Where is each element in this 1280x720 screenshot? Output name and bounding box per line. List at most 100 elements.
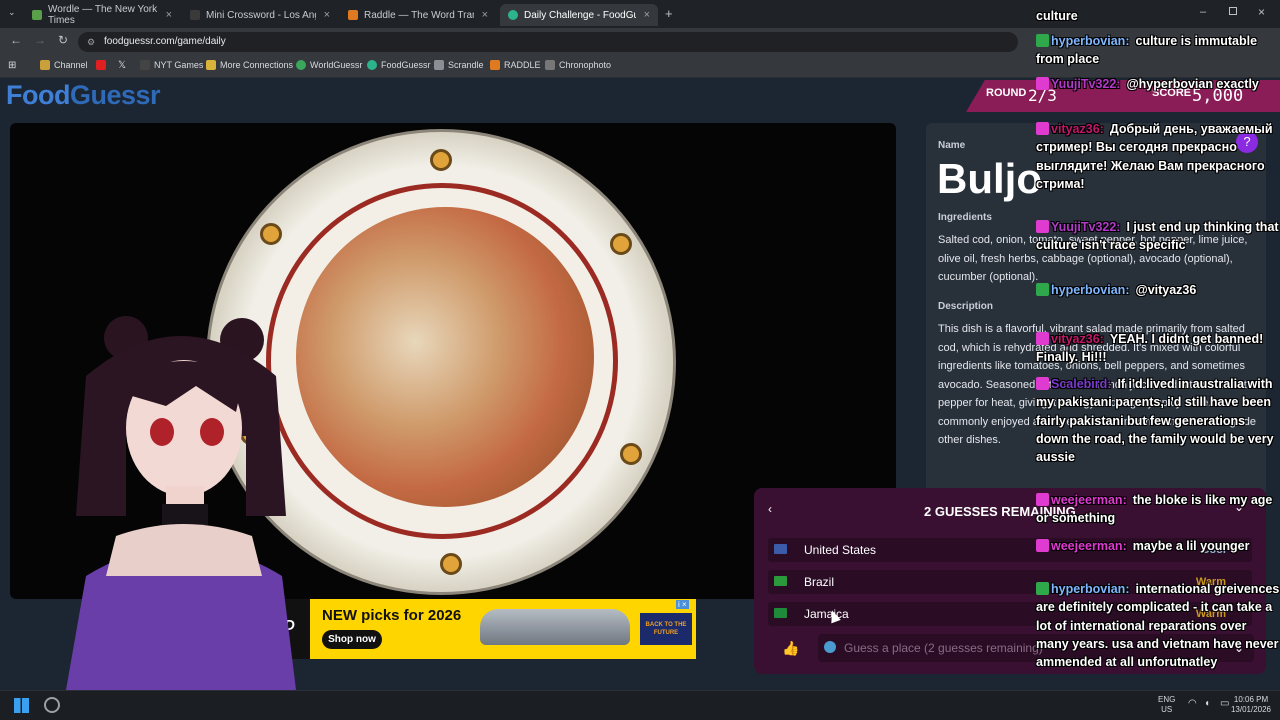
ad-info-icon[interactable]: i × <box>676 600 689 609</box>
avatar-eye-right <box>200 418 224 446</box>
chat-username: hyperbovian: <box>1051 582 1130 596</box>
ad-banner[interactable]: EED NEW picks for 2026 Shop now BACK TO … <box>258 599 696 659</box>
latimes-favicon-icon <box>190 10 200 20</box>
nyt-icon <box>140 60 150 70</box>
connections-icon <box>206 60 216 70</box>
chat-message: vityaz36: Добрый день, уважаемый стример!… <box>1036 120 1280 193</box>
bookmark-more-connections[interactable]: More Connections <box>206 60 293 70</box>
plate-flower-decoration <box>620 443 642 465</box>
tab-label: Raddle — The Word Transform <box>364 9 474 21</box>
chat-badge-icon <box>1036 582 1049 595</box>
chat-badge-icon <box>1036 377 1049 390</box>
new-tab-icon[interactable]: + <box>665 6 673 21</box>
plate-flower-decoration <box>610 233 632 255</box>
bookmark-foodguessr[interactable]: FoodGuessr <box>367 60 431 70</box>
youtube-icon[interactable] <box>96 60 106 70</box>
url-field[interactable]: ⚙ foodguessr.com/game/daily <box>78 32 1018 52</box>
chat-message: hyperbovian: @vityaz36 <box>1036 281 1280 299</box>
chat-message: hyperbovian: international greivences are… <box>1036 580 1280 671</box>
forward-icon[interactable]: → <box>34 33 46 47</box>
chat-badge-icon <box>1036 220 1049 233</box>
raddle-icon <box>490 60 500 70</box>
chat-text: @vityaz36 <box>1135 283 1197 297</box>
chat-message: weejeerman: maybe a lil younger <box>1036 537 1280 555</box>
windows-start-icon[interactable] <box>14 698 29 713</box>
tab-label: Mini Crossword - Los Angeles T <box>206 9 316 21</box>
site-info-icon[interactable]: ⚙ <box>87 32 95 52</box>
tab-mini-crossword[interactable]: Mini Crossword - Los Angeles T × <box>182 4 338 26</box>
clock[interactable]: 10:06 PM 13/01/2026 <box>1226 695 1276 715</box>
close-tab-icon[interactable]: × <box>324 9 330 21</box>
chat-badge-icon <box>1036 493 1049 506</box>
chat-username: YuujiTv322: <box>1051 77 1121 91</box>
bookmark-nyt-games[interactable]: NYT Games <box>140 60 203 70</box>
thumbs-up-icon[interactable]: 👍 <box>782 640 799 657</box>
windows-taskbar: ENG US ◠ ◖ ▭ 10:06 PM 13/01/2026 <box>0 690 1280 720</box>
chat-message: vityaz36: YEAH. I didnt get banned! Final… <box>1036 330 1280 367</box>
foodguessr-logo[interactable]: FoodGuessr <box>6 80 161 111</box>
chat-username: weejeerman: <box>1051 539 1127 553</box>
chat-badge-icon <box>1036 283 1049 296</box>
ingredients-label: Ingredients <box>938 212 992 223</box>
stream-chat-overlay: culture hyperbovian: culture is immutable … <box>1032 0 1280 710</box>
flag-brazil-icon <box>774 576 787 586</box>
guess-input-placeholder: Guess a place (2 guesses remaining) <box>844 641 1043 655</box>
close-tab-icon[interactable]: × <box>482 9 488 21</box>
globe-icon <box>824 641 836 653</box>
ad-movie-badge: BACK TO THE FUTURE <box>640 613 692 645</box>
bookmark-scrandle[interactable]: Scrandle <box>434 60 484 70</box>
chat-username: Scalebird: <box>1051 377 1112 391</box>
wordle-favicon-icon <box>32 10 42 20</box>
chat-badge-icon <box>1036 332 1049 345</box>
guess-country: Brazil <box>804 575 835 589</box>
chat-badge-icon <box>1036 539 1049 552</box>
foodguessr-icon <box>367 60 377 70</box>
bookmark-worldguessr[interactable]: WorldGuessr <box>296 60 362 70</box>
chat-badge-icon <box>1036 34 1049 47</box>
chat-text: maybe a lil younger <box>1132 539 1250 553</box>
tab-label: Daily Challenge - FoodGuessr | <box>524 9 636 21</box>
chat-username: YuujiTv322: <box>1051 220 1121 234</box>
apps-icon[interactable]: ⊞ <box>8 60 16 71</box>
dish-name: Buljo <box>937 155 1042 202</box>
chat-badge-icon <box>1036 122 1049 135</box>
flag-us-icon <box>774 544 787 554</box>
scrandle-icon <box>434 60 444 70</box>
taskbar-app-icon[interactable] <box>44 697 60 713</box>
food-salad <box>296 207 594 507</box>
guess-country: Jamaica <box>804 607 849 621</box>
ad-shop-now-button[interactable]: Shop now <box>322 630 382 649</box>
chat-username: vityaz36: <box>1051 332 1104 346</box>
foodguessr-favicon-icon <box>508 10 518 20</box>
volume-icon[interactable]: ◖ <box>1204 698 1210 709</box>
bookmark-channel[interactable]: Channel <box>40 60 88 70</box>
chat-message: weejeerman: the bloke is like my age or s… <box>1036 491 1280 528</box>
close-tab-icon[interactable]: × <box>644 9 650 21</box>
tab-foodguessr[interactable]: Daily Challenge - FoodGuessr | × <box>500 4 658 26</box>
avatar-eye-left <box>150 418 174 446</box>
plate-flower-decoration <box>430 149 452 171</box>
collapse-left-icon[interactable]: ‹ <box>768 502 772 516</box>
x-icon[interactable]: 𝕏 <box>118 60 126 71</box>
back-icon[interactable]: ← <box>10 33 22 47</box>
tab-wordle[interactable]: Wordle — The New York Times × <box>24 4 180 26</box>
lang-indicator[interactable]: ENG US <box>1158 695 1175 715</box>
wifi-icon[interactable]: ◠ <box>1188 698 1197 709</box>
tab-list-icon[interactable]: ⌄ <box>8 7 16 18</box>
tab-raddle[interactable]: Raddle — The Word Transform × <box>340 4 496 26</box>
bookmark-chronophoto[interactable]: Chronophoto <box>545 60 611 70</box>
name-label: Name <box>938 140 966 151</box>
chat-username: weejeerman: <box>1051 493 1127 507</box>
chat-username: hyperbovian: <box>1051 34 1130 48</box>
chat-text: culture <box>1036 9 1078 23</box>
chronophoto-icon <box>545 60 555 70</box>
vtuber-avatar <box>66 316 296 690</box>
chat-username: hyperbovian: <box>1051 283 1130 297</box>
close-tab-icon[interactable]: × <box>166 9 172 21</box>
reload-icon[interactable]: ↻ <box>58 33 68 47</box>
folder-icon <box>40 60 50 70</box>
chat-badge-icon <box>1036 77 1049 90</box>
chat-message: hyperbovian: culture is immutable from pl… <box>1036 32 1280 69</box>
tab-label: Wordle — The New York Times <box>48 4 158 26</box>
bookmark-raddle[interactable]: RADDLE <box>490 60 541 70</box>
